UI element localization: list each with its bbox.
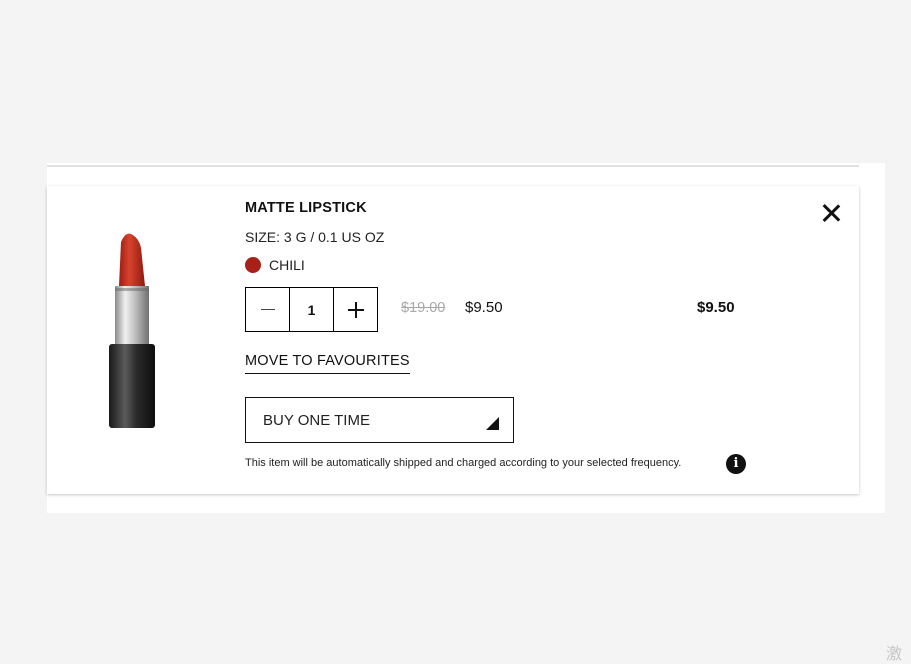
shade-row: CHILI (245, 257, 305, 273)
sale-price: $9.50 (465, 299, 503, 316)
divider (47, 165, 859, 167)
decrease-quantity-button[interactable] (246, 288, 289, 331)
move-to-favourites-link[interactable]: MOVE TO FAVOURITES (245, 353, 410, 374)
line-total: $9.50 (697, 299, 735, 316)
close-icon[interactable] (821, 203, 841, 223)
purchase-frequency-select[interactable]: BUY ONE TIME (245, 397, 514, 443)
plus-icon (347, 301, 364, 318)
product-size: SIZE: 3 G / 0.1 US OZ (245, 229, 385, 245)
shade-swatch (245, 257, 261, 273)
product-image (109, 233, 155, 428)
original-price: $19.00 (401, 300, 446, 316)
shade-name: CHILI (269, 257, 305, 273)
increase-quantity-button[interactable] (334, 288, 377, 331)
minus-icon (260, 308, 275, 311)
subscription-note: This item will be automatically shipped … (245, 457, 682, 469)
quantity-stepper: 1 (245, 287, 378, 332)
info-icon[interactable]: i (726, 454, 746, 474)
watermark-text: 激 (886, 646, 903, 663)
caret-down-icon (486, 417, 499, 430)
purchase-frequency-value: BUY ONE TIME (263, 412, 370, 429)
quantity-value[interactable]: 1 (289, 288, 334, 331)
cart-item-card: MATTE LIPSTICK SIZE: 3 G / 0.1 US OZ CHI… (47, 186, 859, 494)
product-title: MATTE LIPSTICK (245, 200, 367, 216)
